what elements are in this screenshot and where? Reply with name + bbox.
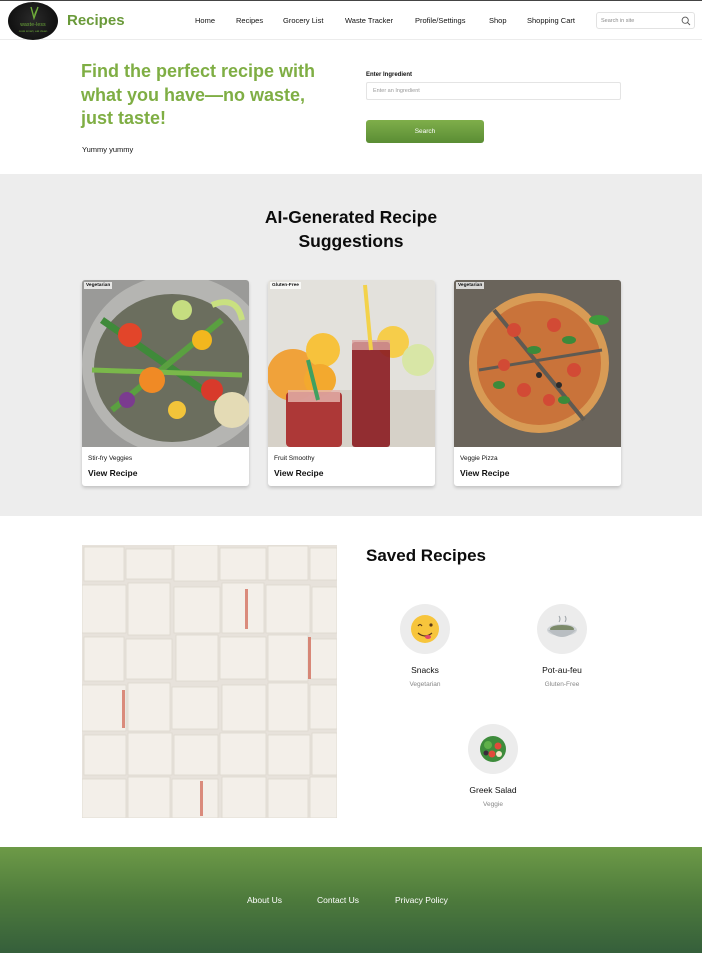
site-search xyxy=(596,12,695,29)
search-icon[interactable] xyxy=(681,16,691,26)
view-recipe-link[interactable]: View Recipe xyxy=(88,468,137,478)
saved-recipe-name: Snacks xyxy=(411,665,439,675)
saved-recipe-name: Greek Salad xyxy=(469,785,517,795)
open-books-image xyxy=(82,545,337,818)
footer-link-contact-us[interactable]: Contact Us xyxy=(317,895,359,905)
saved-recipe-snacks[interactable]: Snacks Vegetarian xyxy=(375,604,475,688)
nav-waste-tracker[interactable]: Waste Tracker xyxy=(345,16,393,25)
page-title: Recipes xyxy=(67,12,125,29)
ai-suggestions-section: AI-Generated Recipe Suggestions Vegetari… xyxy=(0,174,702,516)
nav-profile-settings[interactable]: Profile/Settings xyxy=(415,16,465,25)
recipe-name: Fruit Smoothy xyxy=(274,455,315,462)
smoothie-image: Gluten-Free xyxy=(268,280,435,447)
page-footer: About Us Contact Us Privacy Policy xyxy=(0,847,702,953)
nav-recipes[interactable]: Recipes xyxy=(236,16,263,25)
recipe-card-stir-fry[interactable]: Vegetarian Stir-fry Veggies View Recipe xyxy=(82,280,249,486)
hero-subtitle: Yummy yummy xyxy=(82,145,134,154)
saved-recipe-category: Gluten-Free xyxy=(544,681,580,688)
nav-shop[interactable]: Shop xyxy=(489,16,507,25)
diet-tag: Vegetarian xyxy=(84,282,113,289)
smiley-face-icon xyxy=(400,604,450,654)
view-recipe-link[interactable]: View Recipe xyxy=(460,468,509,478)
brand-logo[interactable]: waste-less cook smart, eat clean xyxy=(8,2,58,40)
search-button[interactable]: Search xyxy=(366,120,484,143)
saved-recipe-pot-au-feu[interactable]: Pot-au-feu Gluten-Free xyxy=(512,604,612,688)
hero-title: Find the perfect recipe with what you ha… xyxy=(81,61,316,128)
hero-section: Find the perfect recipe with what you ha… xyxy=(0,40,702,174)
ai-title-line-1: AI-Generated Recipe xyxy=(264,207,438,227)
recipe-card-pizza[interactable]: Vegetarian Veggie Pizza View Recipe xyxy=(454,280,621,486)
top-navbar: waste-less cook smart, eat clean Recipes… xyxy=(0,0,702,40)
stir-fry-image: Vegetarian xyxy=(82,280,249,447)
recipe-name: Veggie Pizza xyxy=(460,455,498,462)
salad-bowl-icon xyxy=(468,724,518,774)
site-search-input[interactable] xyxy=(601,15,679,27)
footer-link-about-us[interactable]: About Us xyxy=(247,895,282,905)
diet-tag: Vegetarian xyxy=(456,282,485,289)
footer-link-privacy-policy[interactable]: Privacy Policy xyxy=(395,895,448,905)
soup-bowl-icon xyxy=(537,604,587,654)
ai-section-title: AI-Generated Recipe Suggestions xyxy=(0,206,702,253)
pizza-image: Vegetarian xyxy=(454,280,621,447)
saved-recipe-category: Veggie xyxy=(483,801,503,808)
logo-text: waste-less xyxy=(20,22,46,28)
saved-recipe-category: Vegetarian xyxy=(409,681,441,688)
view-recipe-link[interactable]: View Recipe xyxy=(274,468,323,478)
leaf-icon xyxy=(30,6,39,20)
ingredient-input[interactable] xyxy=(366,82,621,100)
ingredient-label: Enter Ingredient xyxy=(366,72,413,78)
saved-recipes-title: Saved Recipes xyxy=(366,546,487,565)
diet-tag: Gluten-Free xyxy=(270,282,301,289)
recipe-name: Stir-fry Veggies xyxy=(88,455,133,462)
nav-home[interactable]: Home xyxy=(195,16,215,25)
saved-recipe-greek-salad[interactable]: Greek Salad Veggie xyxy=(443,724,543,808)
recipe-card-smoothie[interactable]: Gluten-Free Fruit Smoothy View Recipe xyxy=(268,280,435,486)
saved-recipes-section: Saved Recipes Snacks Vegetarian Pot-au-f… xyxy=(0,516,702,847)
logo-subtext: cook smart, eat clean xyxy=(18,29,48,33)
nav-grocery-list[interactable]: Grocery List xyxy=(283,16,323,25)
ai-title-line-2: Suggestions xyxy=(298,230,404,251)
nav-shopping-cart[interactable]: Shopping Cart xyxy=(527,16,575,25)
saved-recipe-name: Pot-au-feu xyxy=(542,665,582,675)
